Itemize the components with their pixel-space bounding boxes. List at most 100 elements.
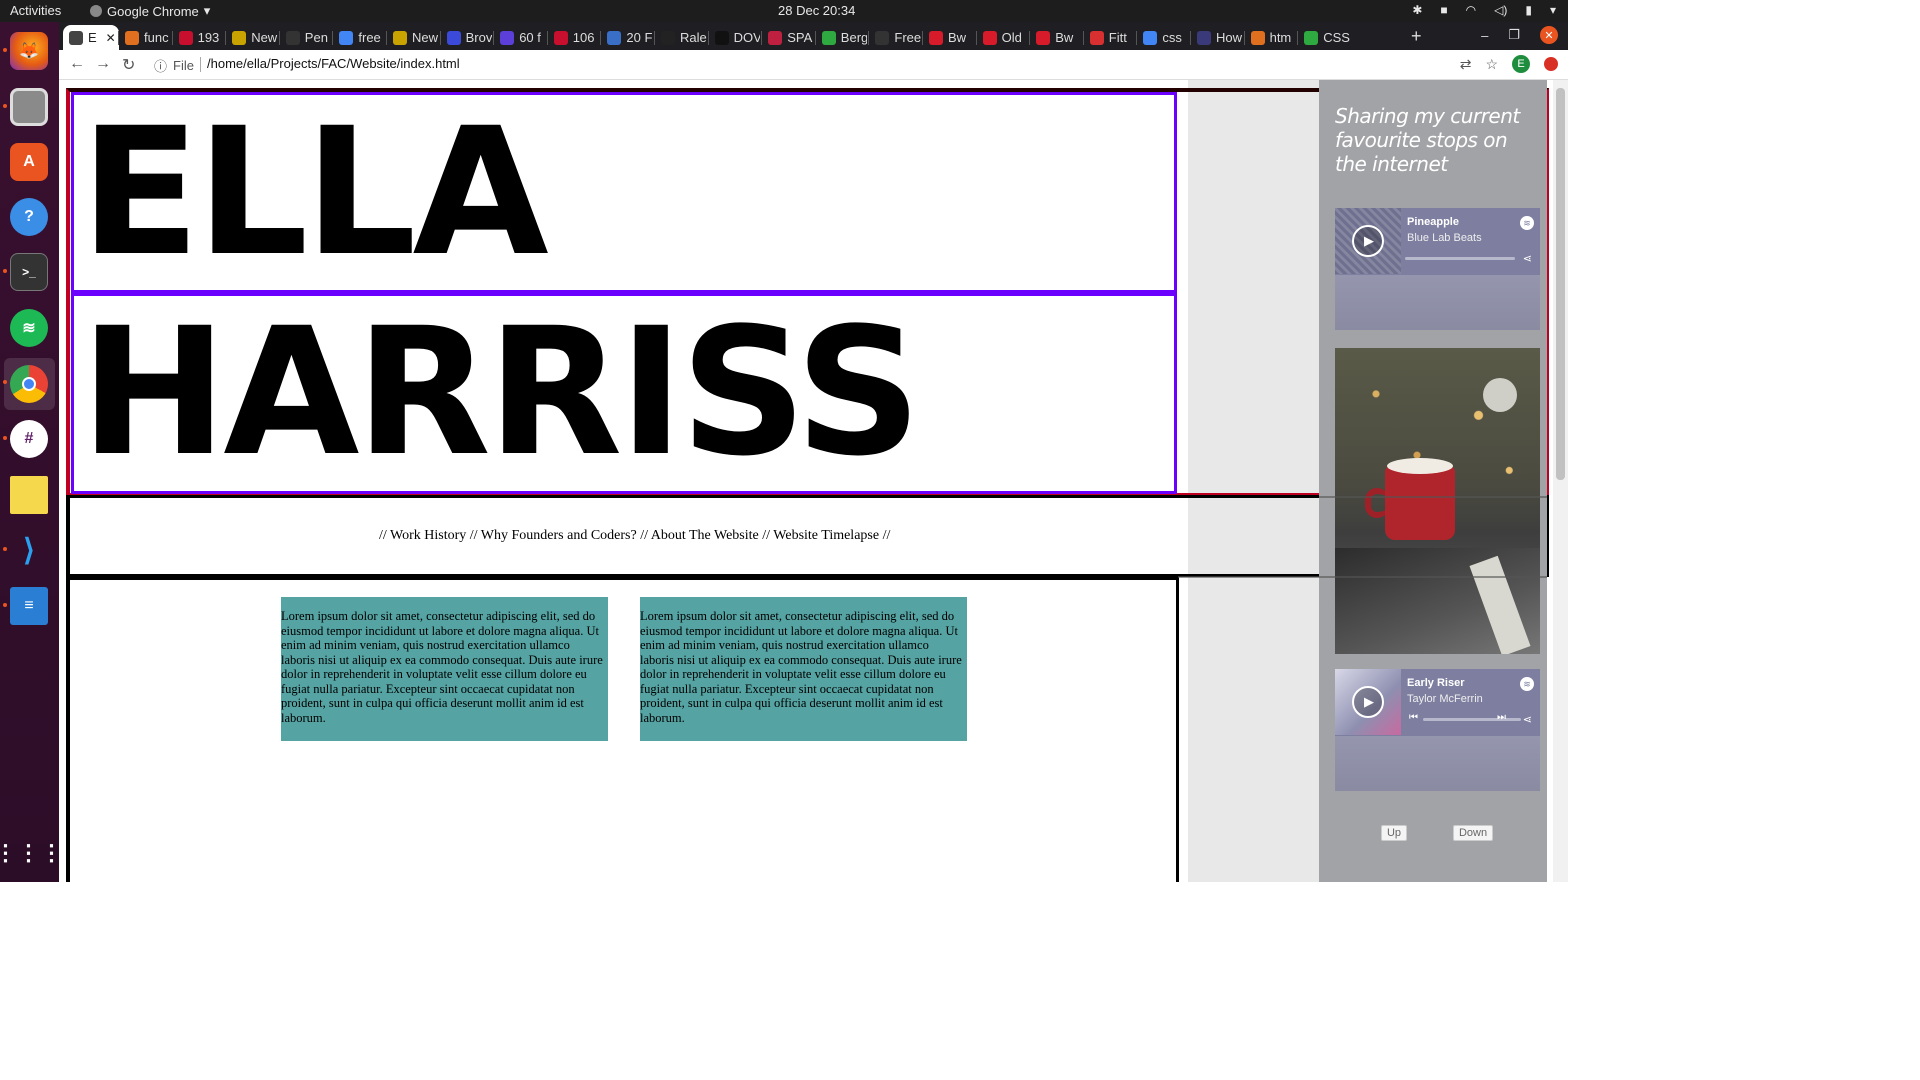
- previous-icon[interactable]: ⏮: [1409, 712, 1418, 723]
- tab[interactable]: 106: [548, 25, 600, 50]
- new-tab-button[interactable]: +: [1411, 26, 1422, 47]
- clock[interactable]: 28 Dec 20:34: [778, 3, 855, 18]
- tab[interactable]: CSS: [1298, 25, 1350, 50]
- play-icon[interactable]: ▶: [1352, 686, 1384, 718]
- zoom-tray-icon[interactable]: ■: [1440, 3, 1447, 17]
- running-indicator: [3, 436, 7, 440]
- tab[interactable]: DOV: [709, 25, 760, 50]
- running-indicator: [3, 380, 7, 384]
- close-window-button[interactable]: ✕: [1540, 26, 1558, 44]
- tab[interactable]: Pen: [280, 25, 332, 50]
- battery-icon[interactable]: ▮: [1525, 3, 1532, 17]
- vscode-icon[interactable]: ⟩: [10, 531, 48, 569]
- page-scrollbar[interactable]: [1553, 80, 1568, 882]
- tab[interactable]: Brov: [441, 25, 493, 50]
- activities-button[interactable]: Activities: [10, 3, 61, 18]
- forward-button[interactable]: →: [95, 55, 111, 73]
- toolbar-right-icons: ⇄ ☆ E: [1460, 55, 1558, 73]
- track-artist[interactable]: Taylor McFerrin: [1407, 693, 1483, 705]
- scroll-down-button[interactable]: Down: [1453, 825, 1493, 841]
- tab[interactable]: htm: [1245, 25, 1297, 50]
- tab[interactable]: New: [226, 25, 278, 50]
- tab-separator: [171, 31, 173, 45]
- tab[interactable]: Bw: [923, 25, 975, 50]
- minimize-button[interactable]: –: [1481, 28, 1488, 43]
- tab[interactable]: How: [1191, 25, 1243, 50]
- track-title[interactable]: Early Riser: [1407, 677, 1464, 689]
- tab[interactable]: func: [119, 25, 171, 50]
- tab-label: Free: [894, 30, 921, 45]
- tab-separator: [546, 31, 548, 45]
- tab[interactable]: Berg: [816, 25, 867, 50]
- chrome-icon[interactable]: [10, 365, 48, 403]
- back-button[interactable]: ←: [69, 55, 85, 73]
- track-artist[interactable]: Blue Lab Beats: [1407, 232, 1482, 244]
- tab[interactable]: 20 F: [601, 25, 653, 50]
- favicon-icon: [393, 30, 407, 45]
- help-icon[interactable]: ?: [10, 198, 48, 236]
- favicon-icon: [553, 30, 568, 45]
- tab[interactable]: Free: [869, 25, 921, 50]
- firefox-icon[interactable]: 🦊: [10, 32, 48, 70]
- album-art: ▶: [1335, 669, 1401, 735]
- system-tray[interactable]: ✱ ■ ◠ ◁) ▮ ▾: [1412, 3, 1556, 17]
- tab-label: css: [1162, 30, 1182, 45]
- tab[interactable]: 193: [173, 25, 225, 50]
- profile-avatar[interactable]: E: [1512, 55, 1530, 73]
- translate-icon[interactable]: ⇄: [1460, 56, 1472, 73]
- bookmark-star-icon[interactable]: ☆: [1485, 56, 1498, 73]
- favicon-icon: [661, 30, 675, 45]
- maximize-button[interactable]: ❐: [1508, 27, 1520, 43]
- content-card: Lorem ipsum dolor sit amet, consectetur …: [281, 597, 608, 741]
- favicon-icon: [125, 30, 139, 45]
- tab[interactable]: SPA: [762, 25, 814, 50]
- tab[interactable]: 60 f: [494, 25, 546, 50]
- share-icon[interactable]: ⋖: [1523, 713, 1532, 726]
- spotify-icon[interactable]: ≋: [1520, 677, 1534, 691]
- writer-icon[interactable]: ≡: [10, 587, 48, 625]
- scroll-up-button[interactable]: Up: [1381, 825, 1407, 841]
- share-icon[interactable]: ⋖: [1523, 252, 1532, 265]
- scrollbar-thumb[interactable]: [1556, 88, 1565, 480]
- address-bar[interactable]: /home/ella/Projects/FAC/Website/index.ht…: [207, 56, 460, 71]
- tab-close-icon[interactable]: ✕: [106, 31, 116, 45]
- volume-icon[interactable]: ◁): [1494, 3, 1507, 17]
- extension-icon[interactable]: [1544, 57, 1558, 71]
- tab[interactable]: New: [387, 25, 439, 50]
- spotify-icon[interactable]: ≋: [1520, 216, 1534, 230]
- slack-icon[interactable]: #: [10, 420, 48, 458]
- files-icon[interactable]: [10, 88, 48, 126]
- slack-tray-icon[interactable]: ✱: [1412, 3, 1422, 17]
- tab-label: 60 f: [519, 30, 541, 45]
- track-title[interactable]: Pineapple: [1407, 216, 1459, 228]
- next-icon[interactable]: ⏭: [1497, 712, 1506, 723]
- reload-button[interactable]: ↻: [122, 55, 135, 75]
- spotify-embed[interactable]: ▶ Pineapple Blue Lab Beats ≋ ⋖: [1335, 208, 1540, 330]
- progress-bar[interactable]: [1405, 257, 1515, 260]
- running-indicator: [3, 547, 7, 551]
- favicon-icon: [1250, 30, 1265, 45]
- tab[interactable]: css: [1137, 25, 1189, 50]
- tab[interactable]: Rale: [655, 25, 707, 50]
- terminal-icon[interactable]: >_: [10, 253, 48, 291]
- tab-label: Brov: [465, 30, 493, 45]
- tab-active[interactable]: E ✕: [63, 25, 119, 50]
- nav-links[interactable]: // Work History // Why Founders and Code…: [379, 528, 890, 544]
- sticky-notes-icon[interactable]: [10, 476, 48, 514]
- wifi-icon[interactable]: ◠: [1466, 3, 1476, 17]
- tab[interactable]: Fitt: [1084, 25, 1136, 50]
- tab[interactable]: free: [333, 25, 385, 50]
- tab[interactable]: Old: [977, 25, 1029, 50]
- app-menu[interactable]: Google Chrome ▾: [90, 3, 210, 19]
- spotify-icon[interactable]: ≋: [10, 309, 48, 347]
- spotify-embed[interactable]: ▶ Early Riser Taylor McFerrin ≋ ⏮ ⏭ ⋖: [1335, 669, 1540, 791]
- play-icon[interactable]: ▶: [1352, 225, 1384, 257]
- site-info-button[interactable]: ⓘ File: [154, 56, 194, 75]
- tab-separator: [975, 31, 977, 45]
- software-icon[interactable]: A: [10, 143, 48, 181]
- chevron-down-icon[interactable]: ▾: [1550, 3, 1556, 17]
- progress-bar[interactable]: [1423, 718, 1521, 721]
- tab-separator: [439, 31, 441, 45]
- show-applications-icon[interactable]: ⋮⋮⋮: [0, 834, 63, 872]
- tab[interactable]: Bw: [1030, 25, 1082, 50]
